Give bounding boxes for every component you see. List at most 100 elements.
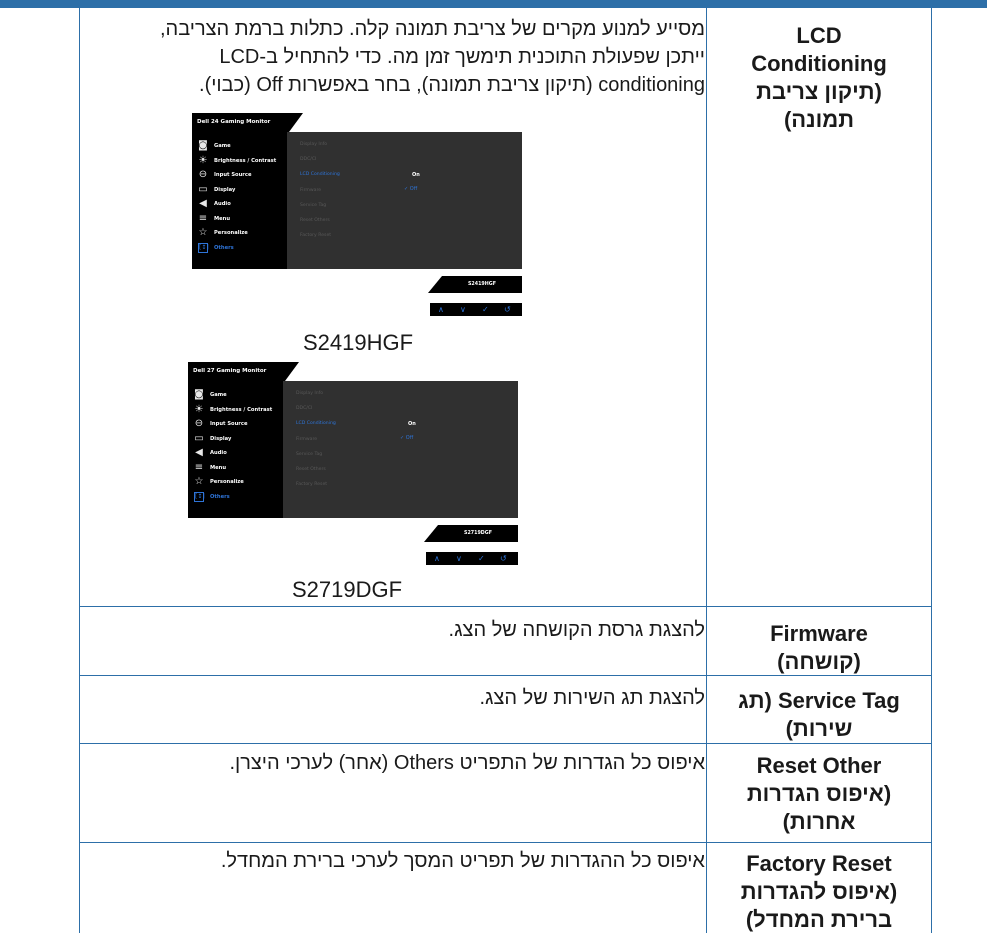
row-desc-lcd-conditioning: מסייע למנוע מקרים של צריבת תמונה קלה. כת… bbox=[159, 18, 705, 96]
osd-menu-label: Game bbox=[210, 392, 227, 398]
osd-submenu-item[interactable]: DDC/CI bbox=[300, 157, 316, 162]
osd-menu-label: Input Source bbox=[214, 172, 252, 178]
osd-menu-label: Personalize bbox=[210, 479, 244, 485]
osd-menu-item[interactable]: ☆ Personalize bbox=[192, 227, 287, 241]
row-separator bbox=[79, 606, 932, 607]
menu-icon: ≡ bbox=[194, 461, 204, 473]
osd-submenu-item[interactable]: Factory Reset bbox=[300, 233, 331, 238]
row-label-reset-other: Reset Other (איפוס הגדרות אחרות) bbox=[746, 753, 892, 834]
osd-sidebar: ◙ Game ☀ Brightness / Contrast ⊖ Input Source… bbox=[188, 381, 283, 518]
star-icon: ☆ bbox=[198, 227, 208, 238]
osd-menu-label: Others bbox=[214, 244, 234, 251]
osd-menu-item[interactable]: ◙ Game bbox=[188, 389, 283, 403]
osd-menu-item[interactable]: ◙ Game bbox=[192, 140, 287, 154]
nav-up-icon[interactable]: ∧ bbox=[434, 552, 440, 565]
osd-submenu-item[interactable]: Reset Others bbox=[300, 218, 330, 223]
row-label-firmware: Firmware (קושחה) bbox=[770, 621, 868, 674]
audio-icon: ◀ bbox=[199, 198, 207, 209]
osd-submenu-item[interactable]: Service Tag bbox=[296, 452, 322, 457]
osd-option-on[interactable]: On bbox=[408, 421, 416, 427]
nav-confirm-icon[interactable]: ✓ bbox=[482, 303, 489, 316]
display-icon: ▭ bbox=[194, 432, 204, 444]
audio-icon: ◀ bbox=[195, 447, 203, 458]
table-border-right bbox=[931, 8, 932, 933]
input-source-icon: ⊖ bbox=[198, 169, 208, 180]
row-label-lcd-conditioning: LCD Conditioning (תיקון צריבת תמונה) bbox=[751, 23, 887, 132]
osd-caption-27: S2719DGF bbox=[292, 577, 403, 602]
osd-menu-item[interactable]: ⊖ Input Source bbox=[192, 169, 287, 183]
osd-option-on[interactable]: On bbox=[412, 172, 420, 178]
osd-menu-label: Audio bbox=[214, 201, 231, 207]
brightness-icon: ☀ bbox=[198, 154, 208, 166]
row-desc-firmware: להצגת גרסת הקושחה של הצג. bbox=[448, 619, 705, 641]
manual-page: LCD Conditioning (תיקון צריבת תמונה) מסי… bbox=[0, 0, 987, 933]
osd-menu-item[interactable]: ◀ Audio bbox=[192, 198, 287, 212]
osd-menu-label: Audio bbox=[210, 450, 227, 456]
osd-menu-label: Game bbox=[214, 143, 231, 149]
osd-submenu-item[interactable]: Reset Others bbox=[296, 467, 326, 472]
osd-nav-bar: ∧ ∨ ✓ ↺ bbox=[430, 303, 522, 316]
nav-up-icon[interactable]: ∧ bbox=[438, 303, 444, 316]
osd-body: ◙ Game ☀ Brightness / Contrast ⊖ Input Source… bbox=[188, 381, 518, 518]
osd-submenu-item[interactable]: Service Tag bbox=[300, 203, 326, 208]
osd-body: ◙ Game ☀ Brightness / Contrast ⊖ Input Source… bbox=[192, 132, 522, 269]
osd-menu-item[interactable]: ☆ Personalize bbox=[188, 476, 283, 490]
nav-back-icon[interactable]: ↺ bbox=[500, 552, 507, 565]
brightness-icon: ☀ bbox=[194, 403, 204, 415]
osd-menu-item[interactable]: ≡ Menu bbox=[188, 462, 283, 476]
osd-submenu-item[interactable]: Display Info bbox=[300, 142, 327, 147]
others-icon: [↕] bbox=[194, 491, 205, 502]
osd-caption-24: S2419HGF bbox=[303, 330, 414, 355]
nav-down-icon[interactable]: ∨ bbox=[456, 552, 462, 565]
osd-header: Dell 27 Gaming Monitor bbox=[188, 362, 285, 381]
game-icon: ◙ bbox=[198, 140, 208, 151]
osd-model-tag: S2719DGF bbox=[438, 525, 518, 542]
osd-menu-item[interactable]: ≡ Menu bbox=[192, 213, 287, 227]
table-border-left bbox=[79, 8, 80, 933]
osd-submenu-item[interactable]: LCD Conditioning bbox=[300, 172, 340, 177]
osd-nav-bar: ∧ ∨ ✓ ↺ bbox=[426, 552, 518, 565]
row-label-factory-reset: Factory Reset (איפוס להגדרות ברירת המחדל… bbox=[740, 851, 898, 932]
osd-menu-item[interactable]: ▭ Display bbox=[188, 433, 283, 447]
display-icon: ▭ bbox=[198, 183, 208, 195]
row-separator bbox=[79, 842, 932, 843]
others-icon: [↕] bbox=[198, 242, 209, 253]
input-source-icon: ⊖ bbox=[194, 418, 204, 429]
osd-submenu-item[interactable]: LCD Conditioning bbox=[296, 421, 336, 426]
nav-back-icon[interactable]: ↺ bbox=[504, 303, 511, 316]
osd-submenu-item[interactable]: DDC/CI bbox=[296, 406, 312, 411]
osd-menu-label: Display bbox=[210, 435, 232, 442]
osd-menu-item[interactable]: [↕] Others bbox=[192, 242, 287, 256]
osd-option-off[interactable]: ✓ Off bbox=[400, 435, 413, 441]
osd-menu-item[interactable]: ⊖ Input Source bbox=[188, 418, 283, 432]
osd-menu-item[interactable]: ☀ Brightness / Contrast bbox=[188, 404, 283, 418]
row-desc-factory-reset: איפוס כל ההגדרות של תפריט המסך לערכי ברי… bbox=[220, 850, 705, 872]
osd-menu-label: Input Source bbox=[210, 421, 248, 427]
star-icon: ☆ bbox=[194, 476, 204, 487]
row-label-service-tag: Service Tag (תג שירות) bbox=[738, 688, 900, 741]
osd-menu-label: Menu bbox=[210, 464, 227, 471]
osd-menu-item[interactable]: ◀ Audio bbox=[188, 447, 283, 461]
nav-confirm-icon[interactable]: ✓ bbox=[478, 552, 485, 565]
osd-submenu-item[interactable]: Factory Reset bbox=[296, 482, 327, 487]
osd-submenu-item[interactable]: Firmware bbox=[300, 188, 321, 193]
menu-icon: ≡ bbox=[198, 212, 208, 224]
osd-model-tag: S2419HGF bbox=[442, 276, 522, 293]
osd-menu-label: Personalize bbox=[214, 230, 248, 236]
osd-menu-item[interactable]: ☀ Brightness / Contrast bbox=[192, 155, 287, 169]
osd-menu-label: Display bbox=[214, 186, 236, 193]
osd-submenu-item[interactable]: Firmware bbox=[296, 437, 317, 442]
osd-screenshot-24: Dell 24 Gaming Monitor ◙ Game ☀ Brightness … bbox=[192, 113, 522, 318]
osd-menu-label: Menu bbox=[214, 215, 231, 222]
osd-sidebar: ◙ Game ☀ Brightness / Contrast ⊖ Input Source… bbox=[192, 132, 287, 269]
row-separator bbox=[79, 743, 932, 744]
osd-submenu-item[interactable]: Display Info bbox=[296, 391, 323, 396]
osd-screenshot-27: Dell 27 Gaming Monitor ◙ Game ☀ Brightness … bbox=[188, 362, 518, 567]
osd-header: Dell 24 Gaming Monitor bbox=[192, 113, 289, 132]
row-desc-reset-other: איפוס כל הגדרות של התפריט Others (אחר) ל… bbox=[229, 752, 705, 774]
osd-menu-label: Brightness / Contrast bbox=[214, 157, 277, 164]
nav-down-icon[interactable]: ∨ bbox=[460, 303, 466, 316]
osd-menu-item[interactable]: [↕] Others bbox=[188, 491, 283, 505]
osd-option-off[interactable]: ✓ Off bbox=[404, 186, 417, 192]
osd-menu-item[interactable]: ▭ Display bbox=[192, 184, 287, 198]
